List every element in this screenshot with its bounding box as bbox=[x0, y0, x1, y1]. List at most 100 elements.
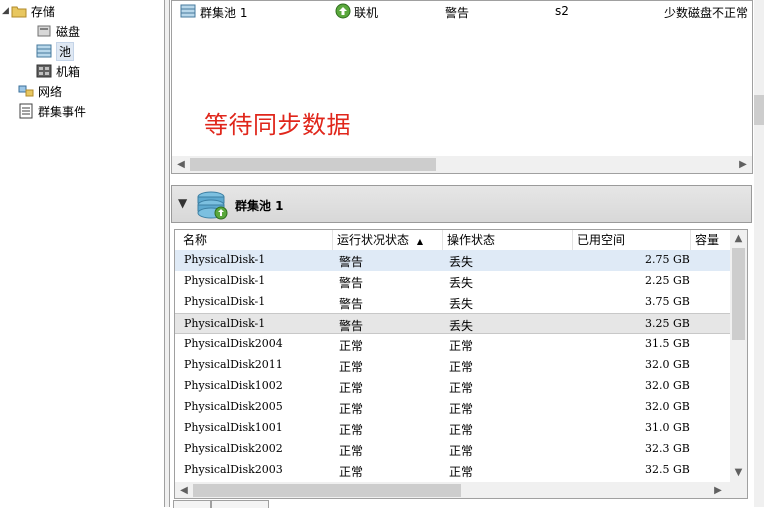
cell-used-space: 2.25 GB bbox=[645, 274, 690, 287]
chevron-down-icon[interactable]: ▼ bbox=[178, 196, 187, 210]
cell-health: 正常 bbox=[339, 402, 364, 416]
column-name[interactable]: 名称 bbox=[179, 230, 333, 250]
cell-operational: 丢失 bbox=[449, 255, 474, 269]
pool-icon bbox=[36, 43, 52, 59]
tree-label-disks: 磁盘 bbox=[56, 24, 81, 39]
table-row[interactable]: PhysicalDisk-1 警告 丢失 2.75 GB bbox=[175, 250, 731, 271]
cell-health: 正常 bbox=[339, 423, 364, 437]
cell-name: PhysicalDisk-1 bbox=[184, 253, 266, 266]
cell-health: 正常 bbox=[339, 360, 364, 374]
collapse-icon[interactable]: ◢ bbox=[2, 6, 9, 16]
pool-row-icon bbox=[180, 3, 196, 22]
tree-item-enclosures[interactable]: 机箱 bbox=[36, 62, 80, 80]
cell-health: 正常 bbox=[339, 381, 364, 395]
cell-name: PhysicalDisk2004 bbox=[184, 337, 283, 350]
cell-operational: 丢失 bbox=[449, 319, 474, 333]
grid-scroll-thumb[interactable] bbox=[732, 248, 745, 340]
detail-header: ▼ 群集池 1 bbox=[171, 185, 752, 223]
online-arrow-icon bbox=[335, 3, 351, 22]
grid-header: 名称 运行状况状态 ▲ 操作状态 已用空间 容量 bbox=[175, 230, 731, 251]
pane-splitter[interactable] bbox=[164, 0, 170, 507]
pools-list-pane: 群集池 1 联机 警告 s2 少数磁盘不正常 等待同步数据 ◀ ▶ bbox=[171, 0, 753, 174]
enclosure-icon bbox=[36, 63, 52, 79]
table-row[interactable]: PhysicalDisk-1 警告 丢失 3.75 GB bbox=[175, 292, 731, 313]
cell-operational: 正常 bbox=[449, 402, 474, 416]
cell-name: PhysicalDisk2011 bbox=[184, 358, 283, 371]
table-row[interactable]: PhysicalDisk2002 正常 正常 32.3 GB bbox=[175, 439, 731, 460]
tree-item-storage[interactable]: ◢ 存储 bbox=[2, 2, 55, 20]
cell-used-space: 2.75 GB bbox=[645, 253, 690, 266]
cell-operational: 正常 bbox=[449, 444, 474, 458]
outer-vertical-scrollbar[interactable] bbox=[754, 0, 764, 507]
table-row[interactable]: PhysicalDisk2004 正常 正常 31.5 GB bbox=[175, 334, 731, 355]
pool-stack-icon bbox=[196, 189, 230, 224]
pool-name: 群集池 1 bbox=[200, 6, 248, 20]
tree-item-network[interactable]: 网络 bbox=[18, 82, 62, 100]
cell-operational: 丢失 bbox=[449, 276, 474, 290]
column-health-label: 运行状况状态 bbox=[337, 233, 410, 247]
physical-disks-grid: 名称 运行状况状态 ▲ 操作状态 已用空间 容量 PhysicalDisk-1 警… bbox=[174, 229, 748, 499]
cell-name: PhysicalDisk-1 bbox=[184, 295, 266, 308]
tree-label-enclosures: 机箱 bbox=[56, 64, 81, 79]
table-row[interactable]: PhysicalDisk2005 正常 正常 32.0 GB bbox=[175, 397, 731, 418]
column-capacity[interactable]: 容量 bbox=[691, 230, 731, 250]
column-health[interactable]: 运行状况状态 ▲ bbox=[333, 230, 443, 250]
top-horizontal-scrollbar[interactable]: ◀ ▶ bbox=[172, 156, 752, 173]
navigation-tree: ◢ 存储 磁盘 池 机箱 网络 群集事件 bbox=[0, 0, 164, 507]
cell-name: PhysicalDisk2003 bbox=[184, 463, 283, 476]
grid-scroll-right-icon[interactable]: ▶ bbox=[711, 483, 725, 498]
column-used-space[interactable]: 已用空间 bbox=[573, 230, 691, 250]
cell-name: PhysicalDisk1002 bbox=[184, 379, 283, 392]
waiting-sync-message: 等待同步数据 bbox=[204, 111, 351, 139]
grid-scroll-left-icon[interactable]: ◀ bbox=[177, 483, 191, 498]
disk-icon bbox=[36, 23, 52, 39]
cell-operational: 正常 bbox=[449, 339, 474, 353]
outer-scroll-thumb[interactable] bbox=[754, 95, 764, 125]
cell-used-space: 32.0 GB bbox=[645, 358, 690, 371]
scroll-down-icon[interactable]: ▼ bbox=[731, 466, 746, 480]
tree-item-cluster-events[interactable]: 群集事件 bbox=[18, 102, 86, 120]
table-row[interactable]: PhysicalDisk2003 正常 正常 32.5 GB bbox=[175, 460, 731, 481]
table-row[interactable]: PhysicalDisk1001 正常 正常 31.0 GB bbox=[175, 418, 731, 439]
cell-operational: 丢失 bbox=[449, 297, 474, 311]
cell-health: 警告 bbox=[339, 255, 364, 269]
cell-name: PhysicalDisk2005 bbox=[184, 400, 283, 413]
table-row[interactable]: PhysicalDisk-1 警告 丢失 2.25 GB bbox=[175, 271, 731, 292]
pool-row[interactable]: 群集池 1 联机 警告 s2 少数磁盘不正常 bbox=[172, 1, 752, 21]
cell-used-space: 32.5 GB bbox=[645, 463, 690, 476]
table-row[interactable]: PhysicalDisk1002 正常 正常 32.0 GB bbox=[175, 376, 731, 397]
tree-item-disks[interactable]: 磁盘 bbox=[36, 22, 80, 40]
pool-info: 少数磁盘不正常 bbox=[664, 6, 749, 20]
pool-owner: s2 bbox=[555, 4, 569, 18]
scroll-up-icon[interactable]: ▲ bbox=[731, 232, 746, 246]
tree-label-cluster-events: 群集事件 bbox=[38, 104, 87, 119]
grid-vertical-scrollbar[interactable]: ▲ ▼ bbox=[730, 230, 747, 482]
tree-item-pools[interactable]: 池 bbox=[36, 41, 75, 61]
cell-health: 正常 bbox=[339, 339, 364, 353]
tree-label-pools: 池 bbox=[56, 41, 75, 61]
cell-used-space: 32.0 GB bbox=[645, 379, 690, 392]
pool-health: 警告 bbox=[445, 6, 470, 20]
cell-used-space: 32.0 GB bbox=[645, 400, 690, 413]
cell-used-space: 32.3 GB bbox=[645, 442, 690, 455]
cell-name: PhysicalDisk2002 bbox=[184, 442, 283, 455]
network-icon bbox=[18, 83, 34, 99]
bottom-tab-strip[interactable] bbox=[171, 500, 371, 508]
cell-health: 警告 bbox=[339, 319, 364, 333]
table-row[interactable]: PhysicalDisk-1 警告 丢失 3.25 GB bbox=[175, 313, 731, 334]
cell-used-space: 3.25 GB bbox=[645, 317, 690, 330]
grid-horizontal-scrollbar[interactable]: ◀ ▶ bbox=[175, 482, 747, 498]
event-log-icon bbox=[18, 103, 34, 119]
cell-used-space: 31.5 GB bbox=[645, 337, 690, 350]
scroll-right-icon[interactable]: ▶ bbox=[736, 157, 750, 172]
scroll-thumb[interactable] bbox=[190, 158, 436, 171]
table-row[interactable]: PhysicalDisk2011 正常 正常 32.0 GB bbox=[175, 355, 731, 376]
cell-operational: 正常 bbox=[449, 381, 474, 395]
cell-name: PhysicalDisk-1 bbox=[184, 317, 266, 330]
column-operational[interactable]: 操作状态 bbox=[443, 230, 573, 250]
cell-health: 警告 bbox=[339, 297, 364, 311]
tree-label-network: 网络 bbox=[38, 84, 63, 99]
grid-hscroll-thumb[interactable] bbox=[193, 484, 461, 497]
scroll-left-icon[interactable]: ◀ bbox=[174, 157, 188, 172]
folder-icon bbox=[11, 3, 27, 19]
